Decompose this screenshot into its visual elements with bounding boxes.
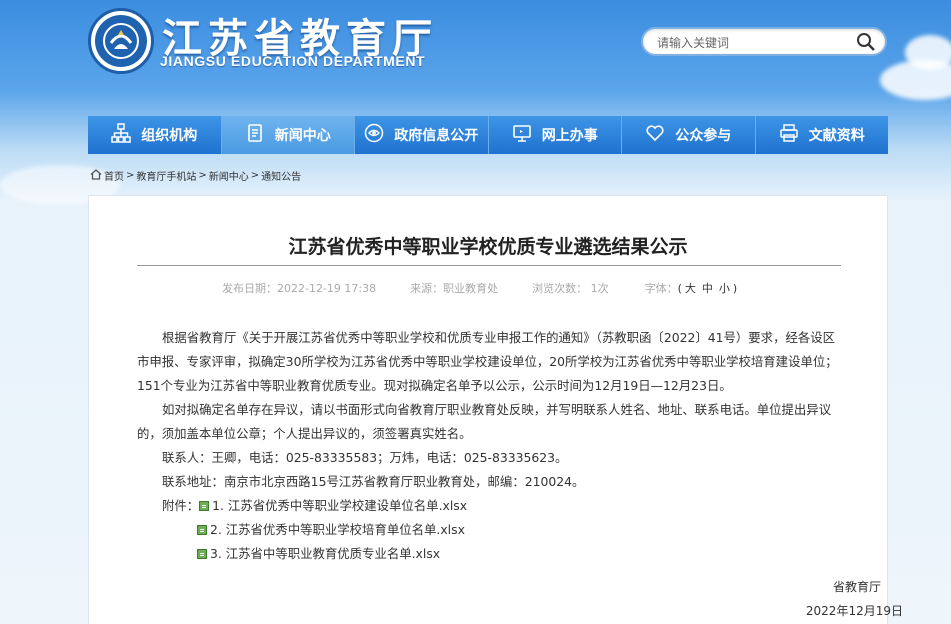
breadcrumb-sep: > [198,170,207,181]
printer-icon [779,123,799,147]
view-count: 浏览次数： 1次 [532,282,609,295]
publish-date: 发布日期：2022-12-19 17:38 [222,282,377,295]
document-icon [245,123,265,147]
nav-item-news[interactable]: 新闻中心 [221,116,355,154]
nav-item-org[interactable]: 组织机构 [88,116,222,154]
excel-file-icon [199,501,210,511]
breadcrumb-news-center[interactable]: 新闻中心 [209,168,249,183]
contact-line: 联系人：王卿，电话：025-83335583；万炜，电话：025-8333562… [162,450,568,465]
attachment-item[interactable]: 1. 江苏省优秀中等职业学校建设单位名单.xlsx [199,494,467,518]
article-paragraph: 根据省教育厅《关于开展江苏省优秀中等职业学校和优质专业申报工作的通知》（苏教职函… [137,330,838,393]
signature-date: 2022年12月19日 [805,604,903,618]
monitor-icon [512,123,532,147]
breadcrumb-mobile-site[interactable]: 教育厅手机站 [136,168,196,183]
nav-label: 政府信息公开 [394,128,479,144]
excel-file-icon [197,525,207,535]
article-body: 根据省教育厅《关于开展江苏省优秀中等职业学校和优质专业申报工作的通知》（苏教职函… [137,326,841,566]
search-input[interactable] [657,33,847,52]
attachment-item[interactable]: 3. 江苏省中等职业教育优质专业名单.xlsx [197,542,841,566]
nav-label: 文献资料 [808,128,865,144]
nav-label: 公众参与 [675,128,732,144]
article-panel: 江苏省优秀中等职业学校优质专业遴选结果公示 发布日期：2022-12-19 17… [88,195,888,624]
home-icon [90,168,102,183]
org-chart-icon [111,123,131,147]
article-meta: 发布日期：2022-12-19 17:38 来源：职业教育处 浏览次数： 1次 … [222,280,737,296]
breadcrumb: 首页 > 教育厅手机站 > 新闻中心 > 通知公告 [90,168,301,183]
nav-item-public-participation[interactable]: 公众参与 [622,116,756,154]
logo[interactable] [88,8,154,74]
font-size-large[interactable]: 大 [685,282,696,295]
signature: 省教育厅 [832,580,881,594]
nav-label: 网上办事 [541,128,598,144]
excel-file-icon [197,549,207,559]
attachment-item[interactable]: 2. 江苏省优秀中等职业学校培育单位名单.xlsx [197,518,841,542]
eye-icon [364,123,384,147]
site-subtitle: JIANGSU EDUCATION DEPARTMENT [160,53,426,69]
font-size-small[interactable]: 小 [719,282,730,295]
logo-emblem-icon [95,15,147,67]
attachment-link[interactable]: 1. 江苏省优秀中等职业学校建设单位名单.xlsx [212,494,467,518]
site-header: 江苏省教育厅 JIANGSU EDUCATION DEPARTMENT [0,0,951,115]
attachment-link[interactable]: 3. 江苏省中等职业教育优质专业名单.xlsx [210,542,440,566]
nav-label: 组织机构 [141,128,198,144]
nav-item-documents[interactable]: 文献资料 [756,116,889,154]
font-size-medium[interactable]: 中 [702,282,713,295]
attachments: 附件： 1. 江苏省优秀中等职业学校建设单位名单.xlsx [137,494,841,518]
breadcrumb-notices[interactable]: 通知公告 [261,168,301,183]
attachment-label: 附件： [162,498,200,513]
address-line: 联系地址：南京市北京西路15号江苏省教育厅职业教育处，邮编：210024。 [162,474,585,489]
font-size-label: 字体： [644,282,678,295]
article-source: 来源：职业教育处 [410,282,499,295]
font-size-control: (大中小) [677,282,738,295]
attachment-list: 2. 江苏省优秀中等职业学校培育单位名单.xlsx 3. 江苏省中等职业教育优质… [137,518,841,566]
main-nav: 组织机构 新闻中心 政府信息公开 网上办事 公众参与 文献资料 [88,116,888,154]
nav-label: 新闻中心 [274,128,331,144]
breadcrumb-sep: > [126,170,135,181]
title-divider [137,265,841,266]
breadcrumb-home[interactable]: 首页 [104,168,124,183]
nav-item-gov-info[interactable]: 政府信息公开 [355,116,489,154]
search-box [641,27,887,56]
heart-icon [645,123,665,147]
article-paragraph: 如对拟确定名单存在异议，请以书面形式向省教育厅职业教育处反映，并写明联系人姓名、… [137,402,832,441]
breadcrumb-sep: > [250,170,260,181]
attachment-link[interactable]: 2. 江苏省优秀中等职业学校培育单位名单.xlsx [210,518,465,542]
article-title: 江苏省优秀中等职业学校优质专业遴选结果公示 [288,236,688,258]
search-icon[interactable] [855,32,877,52]
nav-item-online-service[interactable]: 网上办事 [489,116,622,154]
